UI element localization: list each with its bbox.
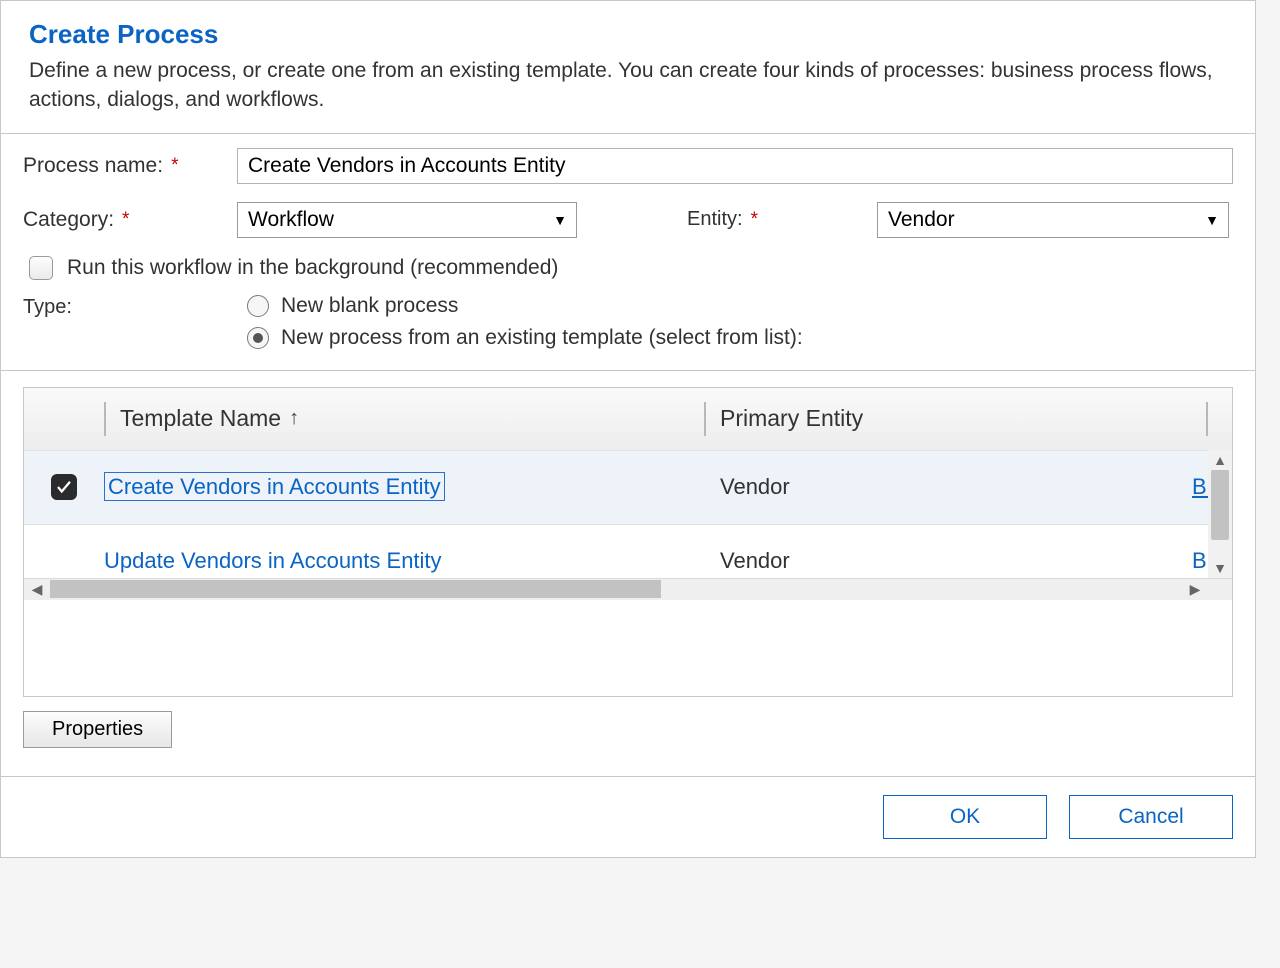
column-separator-icon: [1206, 402, 1208, 436]
process-name-input[interactable]: [237, 148, 1233, 184]
col-header-template-name-text: Template Name: [120, 405, 281, 432]
type-template-label: New process from an existing template (s…: [281, 326, 803, 350]
ok-button[interactable]: OK: [883, 795, 1047, 839]
scrollbar-track[interactable]: [50, 580, 1182, 598]
radio-icon: [247, 295, 269, 317]
properties-button[interactable]: Properties: [23, 711, 172, 748]
primary-entity-cell: Vendor: [720, 548, 1192, 574]
background-checkbox-row: Run this workflow in the background (rec…: [29, 256, 1233, 280]
vertical-scrollbar[interactable]: ▲ ▼: [1208, 450, 1232, 578]
col-header-primary-entity[interactable]: Primary Entity: [704, 402, 1176, 436]
entity-select[interactable]: Vendor: [877, 202, 1229, 238]
properties-row: Properties: [1, 711, 1255, 776]
grid-padding: [24, 600, 1232, 696]
entity-select-wrap: Vendor: [877, 202, 1229, 238]
divider: [1, 370, 1255, 371]
type-blank-option[interactable]: New blank process: [247, 294, 803, 318]
required-asterisk: *: [171, 155, 178, 177]
checkmark-icon: [51, 474, 77, 500]
form-area: Process name: * Category: * Workflow Ent…: [1, 134, 1255, 370]
background-checkbox[interactable]: [29, 256, 53, 280]
category-entity-row: Category: * Workflow Entity: * Vendor: [23, 202, 1233, 238]
col-header-owner[interactable]: [1176, 402, 1232, 436]
type-label: Type:: [23, 294, 247, 319]
column-separator-icon: [704, 402, 706, 436]
required-asterisk: *: [122, 209, 129, 231]
template-name-link[interactable]: Update Vendors in Accounts Entity: [104, 548, 442, 573]
category-label: Category: *: [23, 208, 237, 232]
col-header-template-name[interactable]: Template Name ↑: [104, 402, 704, 436]
table-row[interactable]: Create Vendors in Accounts Entity Vendor…: [24, 450, 1232, 524]
sort-asc-icon: ↑: [289, 407, 299, 430]
cancel-button[interactable]: Cancel: [1069, 795, 1233, 839]
type-row: Type: New blank process New process from…: [23, 294, 1233, 350]
col-header-primary-entity-text: Primary Entity: [720, 405, 863, 432]
row-checkbox-cell[interactable]: [24, 474, 104, 500]
dialog-title: Create Process: [29, 19, 1227, 50]
category-select[interactable]: Workflow: [237, 202, 577, 238]
type-radio-group: New blank process New process from an ex…: [247, 294, 803, 350]
grid-header: Template Name ↑ Primary Entity: [24, 388, 1232, 450]
background-label: Run this workflow in the background (rec…: [67, 256, 558, 280]
entity-label: Entity: *: [687, 208, 877, 231]
type-blank-label: New blank process: [281, 294, 458, 318]
scrollbar-thumb[interactable]: [1211, 470, 1229, 540]
required-asterisk: *: [751, 209, 758, 231]
primary-entity-cell: Vendor: [720, 474, 1192, 500]
template-grid: Template Name ↑ Primary Entity: [23, 387, 1233, 697]
scrollbar-thumb[interactable]: [50, 580, 661, 598]
process-name-label: Process name: *: [23, 154, 237, 178]
radio-icon: [247, 327, 269, 349]
category-select-wrap: Workflow: [237, 202, 577, 238]
dialog-footer: OK Cancel: [1, 776, 1255, 857]
dialog-header: Create Process Define a new process, or …: [1, 1, 1255, 133]
column-separator-icon: [104, 402, 106, 436]
entity-label-text: Entity:: [687, 208, 743, 231]
scroll-up-icon: ▲: [1213, 450, 1227, 470]
grid-rows: Create Vendors in Accounts Entity Vendor…: [24, 450, 1232, 578]
type-template-option[interactable]: New process from an existing template (s…: [247, 326, 803, 350]
create-process-dialog: Create Process Define a new process, or …: [0, 0, 1256, 858]
process-name-row: Process name: *: [23, 148, 1233, 184]
template-name-link[interactable]: Create Vendors in Accounts Entity: [104, 472, 445, 501]
scroll-down-icon: ▼: [1213, 558, 1227, 578]
horizontal-scrollbar[interactable]: ◀ ▶: [24, 578, 1232, 600]
process-name-label-text: Process name:: [23, 154, 163, 178]
category-label-text: Category:: [23, 208, 114, 232]
dialog-description: Define a new process, or create one from…: [29, 56, 1227, 115]
grid-body: Create Vendors in Accounts Entity Vendor…: [24, 450, 1232, 578]
